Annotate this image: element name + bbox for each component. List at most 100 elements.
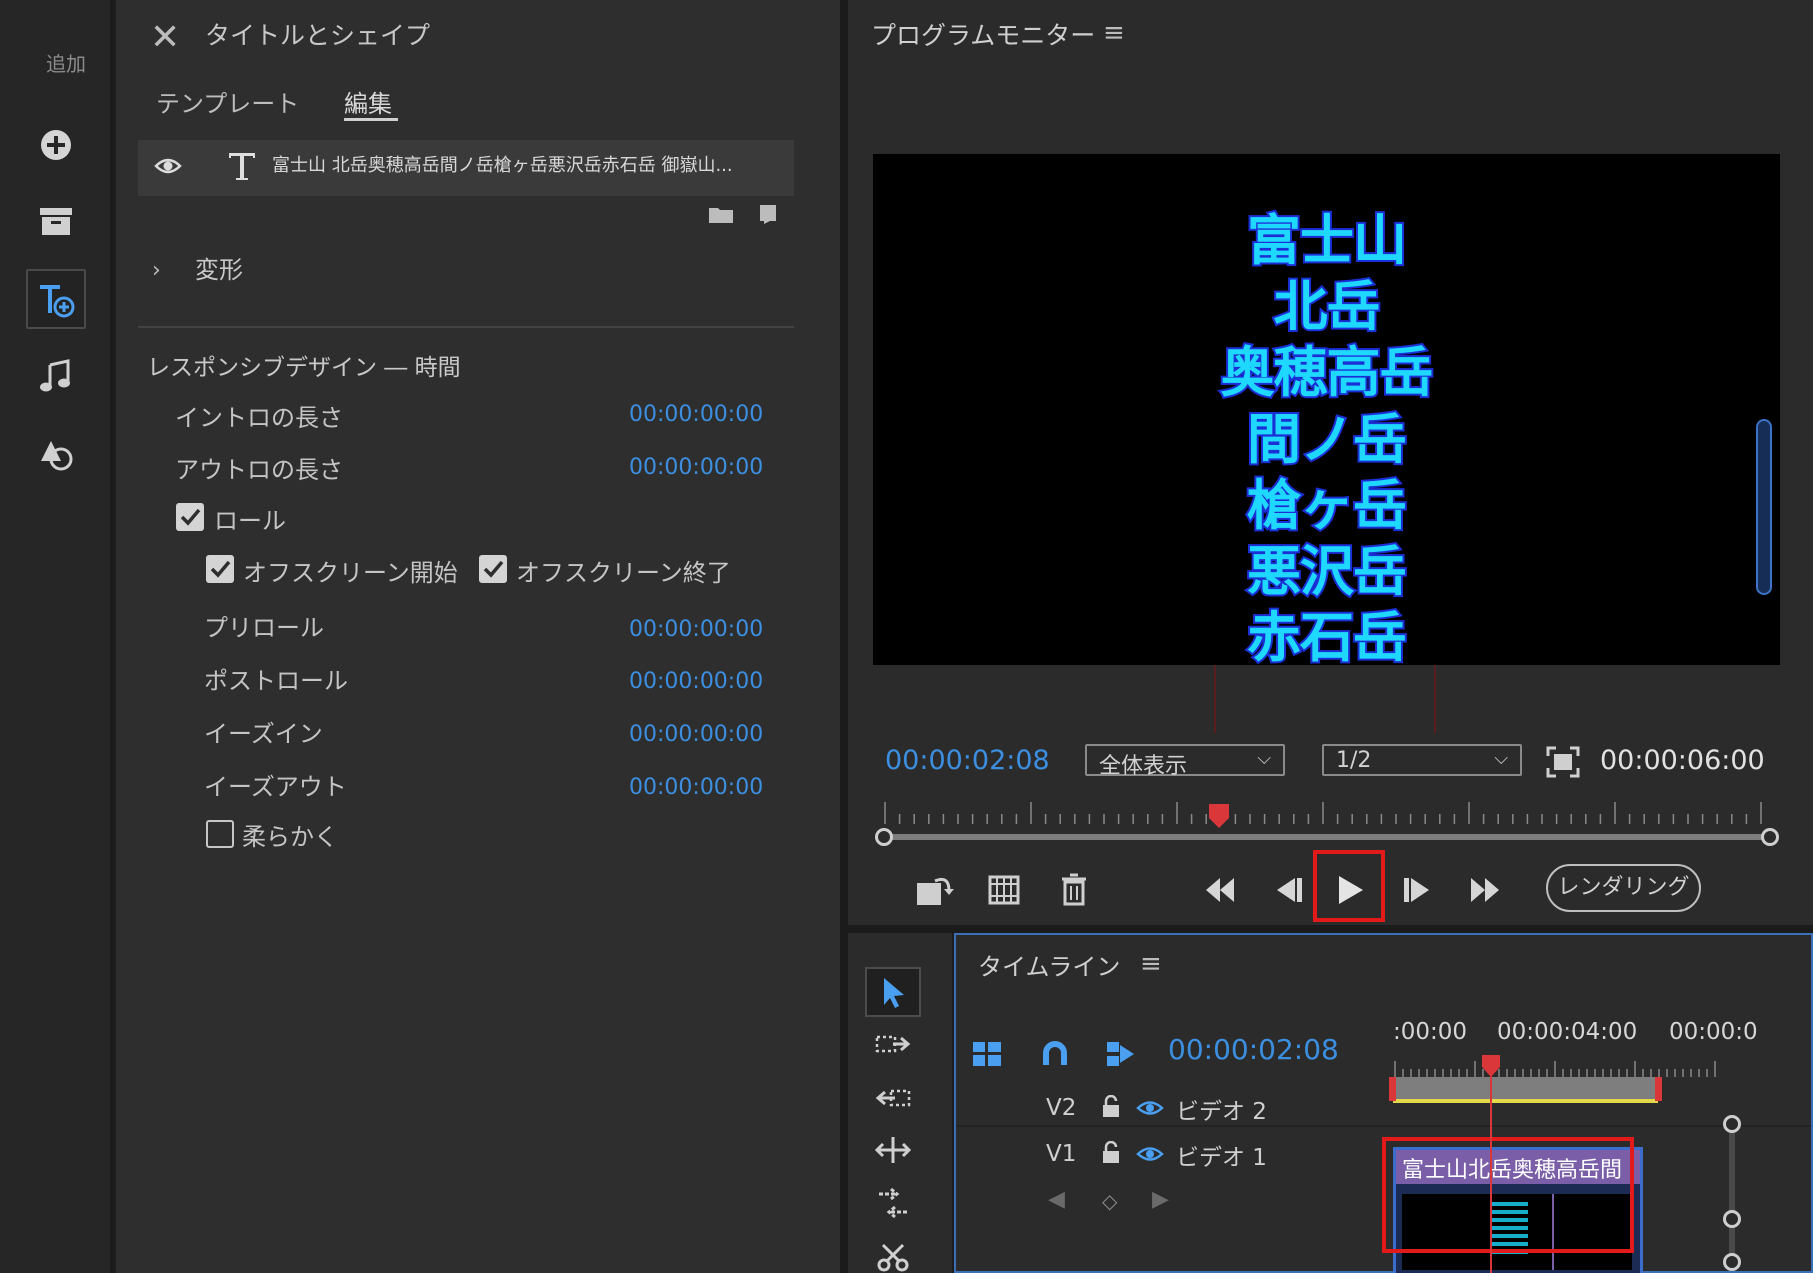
timeline-title: タイムライン <box>978 953 1121 981</box>
slip-tool[interactable] <box>865 1178 921 1228</box>
selection-tool[interactable] <box>865 967 921 1017</box>
track-name-v2[interactable]: ビデオ 2 <box>1176 1092 1267 1126</box>
shapes-button[interactable] <box>26 424 86 484</box>
text-layer-name: 富士山 北岳奥穂高岳間ノ岳槍ヶ岳悪沢岳赤石岳 御嶽山... <box>272 155 733 176</box>
export-frame-button[interactable] <box>982 868 1026 912</box>
archive-button[interactable] <box>26 192 86 252</box>
render-button[interactable]: レンダリング <box>1546 864 1701 912</box>
smooth-checkbox[interactable] <box>206 820 234 848</box>
go-to-out-button[interactable] <box>1464 868 1508 912</box>
checkmark-icon <box>210 560 231 578</box>
program-monitor-panel: プログラムモニター ≡ 富士山 北岳 奥穂高岳 間ノ岳 槍ヶ岳 悪沢岳 赤石岳 … <box>848 0 1813 925</box>
ripple-edit-tool[interactable] <box>865 1073 921 1123</box>
audio-button[interactable] <box>26 346 86 406</box>
step-forward-button[interactable] <box>1396 868 1440 912</box>
archive-icon <box>40 208 72 235</box>
fullscreen-icon[interactable] <box>1546 746 1580 778</box>
panel-divider[interactable] <box>848 925 1813 933</box>
ease-out-value[interactable]: 00:00:00:00 <box>629 775 763 800</box>
close-icon[interactable]: ✕ <box>150 20 180 56</box>
timeline-timecode[interactable]: 00:00:02:08 <box>1168 1033 1339 1066</box>
track-id-v1[interactable]: V1 <box>1046 1141 1076 1167</box>
timeline-menu-icon[interactable]: ≡ <box>1140 949 1162 979</box>
add-icon <box>41 130 71 160</box>
timeline-panel: タイムライン ≡ 00:00:02:08 :00:00 00:00:04:00 … <box>954 933 1813 1273</box>
lock-icon[interactable] <box>1101 1141 1121 1165</box>
time-ruler[interactable] <box>873 800 1770 830</box>
monitor-menu-icon[interactable]: ≡ <box>1103 18 1125 48</box>
track-divider <box>956 1125 1811 1127</box>
video-preview: 富士山 北岳 奥穂高岳 間ノ岳 槍ヶ岳 悪沢岳 赤石岳 <box>873 154 1780 665</box>
next-keyframe-icon[interactable]: ▶ <box>1152 1187 1169 1212</box>
ease-in-value[interactable]: 00:00:00:00 <box>629 722 763 747</box>
scroll-top-handle[interactable] <box>1723 1115 1741 1133</box>
text-add-button[interactable] <box>26 269 86 329</box>
postroll-value[interactable]: 00:00:00:00 <box>629 669 763 694</box>
outro-length-value[interactable]: 00:00:00:00 <box>629 455 763 480</box>
title-shape-panel: ✕ タイトルとシェイプ テンプレート 編集 富士山 北岳奥穂高岳間ノ岳槍ヶ岳悪沢… <box>116 0 840 1273</box>
ruler-label: :00:00 <box>1393 1019 1468 1045</box>
scrub-bar[interactable] <box>884 834 1766 840</box>
roll-edit-icon <box>874 1137 912 1163</box>
panel-title: タイトルとシェイプ <box>205 21 431 50</box>
offscreen-end-checkbox[interactable] <box>479 555 507 583</box>
guide-line <box>1434 665 1436 733</box>
tab-edit[interactable]: 編集 <box>344 84 392 119</box>
eye-icon[interactable] <box>154 156 182 176</box>
clip-highlight <box>1382 1137 1634 1253</box>
offscreen-start-label: オフスクリーン開始 <box>243 559 458 587</box>
scrub-start-handle[interactable] <box>875 828 893 846</box>
track-select-tool[interactable] <box>865 1019 921 1069</box>
zoom-select[interactable]: 全体表示 ⌵ <box>1085 744 1285 779</box>
checkmark-icon <box>483 560 504 578</box>
roll-checkbox[interactable] <box>176 503 204 531</box>
panel-divider[interactable] <box>840 0 848 1273</box>
resolution-select[interactable]: 1/2 ⌵ <box>1322 744 1522 776</box>
go-to-in-button[interactable] <box>1197 868 1241 912</box>
chevron-right-icon[interactable]: › <box>152 258 161 283</box>
step-forward-icon <box>1404 878 1429 902</box>
roll-edit-tool[interactable] <box>865 1125 921 1175</box>
add-item-button[interactable] <box>26 115 86 175</box>
trash-icon <box>1062 873 1086 906</box>
scroll-handle[interactable] <box>1723 1253 1741 1271</box>
eye-icon[interactable] <box>1136 1099 1164 1117</box>
playhead-marker[interactable] <box>1207 802 1231 830</box>
lock-icon[interactable] <box>1101 1095 1121 1119</box>
play-button[interactable] <box>1328 868 1372 912</box>
step-back-button[interactable] <box>1266 868 1310 912</box>
linked-selection-icon[interactable] <box>1106 1041 1136 1067</box>
nest-sequence-icon[interactable] <box>972 1041 1002 1067</box>
offscreen-start-checkbox[interactable] <box>206 555 234 583</box>
intro-length-value[interactable]: 00:00:00:00 <box>629 402 763 427</box>
prev-keyframe-icon[interactable]: ◀ <box>1048 1187 1065 1212</box>
resolution-select-value: 1/2 <box>1336 748 1372 773</box>
track-id-v2[interactable]: V2 <box>1046 1095 1076 1121</box>
roll-label: ロール <box>214 507 286 535</box>
chevron-down-icon: ⌵ <box>1257 748 1271 769</box>
work-area-bar[interactable] <box>1393 1077 1658 1099</box>
preroll-value[interactable]: 00:00:00:00 <box>629 617 763 642</box>
vertical-scrollbar[interactable] <box>1729 1121 1735 1271</box>
lift-button[interactable] <box>913 868 957 912</box>
add-keyframe-icon[interactable]: ◇ <box>1102 1189 1117 1213</box>
scroll-bottom-handle[interactable] <box>1723 1210 1741 1228</box>
tab-template[interactable]: テンプレート <box>156 84 299 119</box>
snap-magnet-icon[interactable] <box>1042 1041 1068 1067</box>
track-name-v1[interactable]: ビデオ 1 <box>1176 1138 1267 1172</box>
work-area-in-handle[interactable] <box>1389 1077 1396 1101</box>
transform-section-label[interactable]: 変形 <box>195 250 243 285</box>
ease-in-label: イーズイン <box>204 720 323 748</box>
eye-icon[interactable] <box>1136 1145 1164 1163</box>
razor-tool[interactable] <box>865 1233 921 1273</box>
responsive-design-heading: レスポンシブデザイン ― 時間 <box>147 355 461 381</box>
delete-button[interactable] <box>1052 868 1096 912</box>
play-icon <box>1339 876 1363 904</box>
roll-scroll-indicator[interactable] <box>1756 419 1772 595</box>
folder-icon[interactable] <box>708 204 734 224</box>
playhead-line <box>1490 1075 1492 1273</box>
current-timecode[interactable]: 00:00:02:08 <box>885 745 1050 776</box>
scrub-end-handle[interactable] <box>1761 828 1779 846</box>
new-layer-icon[interactable] <box>756 203 778 225</box>
work-area-out-handle[interactable] <box>1655 1077 1662 1101</box>
